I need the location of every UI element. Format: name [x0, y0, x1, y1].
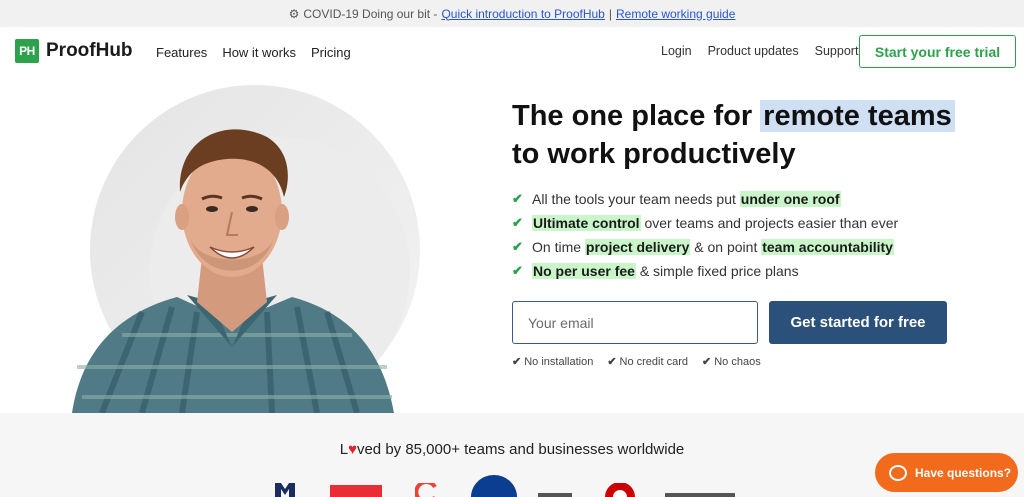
check-icon: ✔: [702, 356, 712, 368]
feature-text: All the tools your team needs put: [532, 191, 740, 207]
announcement-separator: |: [608, 6, 612, 21]
announcement-text: COVID-19 Doing our bit -: [303, 6, 438, 21]
get-started-button[interactable]: Get started for free: [769, 301, 947, 344]
social-proof-text-start: L: [339, 441, 349, 458]
nav-item-features[interactable]: Features: [156, 45, 207, 60]
chat-bubble-icon: [889, 464, 907, 481]
primary-nav: Features How it works Pricing: [156, 45, 351, 60]
feature-list: ✔ All the tools your team needs put unde…: [512, 187, 898, 283]
company-logo-2: [665, 493, 735, 497]
check-icon: ✔: [512, 239, 523, 254]
logo-badge: PH: [15, 39, 39, 63]
intro-link[interactable]: Quick introduction to ProofHub: [441, 7, 604, 21]
feature-text: over teams and projects easier than ever: [640, 215, 899, 231]
remote-guide-link[interactable]: Remote working guide: [616, 7, 735, 21]
feature-highlight: team accountability: [761, 239, 894, 255]
client-logos: [270, 475, 750, 497]
note-text: No credit card: [619, 356, 689, 368]
list-item: ✔ All the tools your team needs put unde…: [512, 187, 898, 211]
feature-text: & on point: [690, 239, 762, 255]
target-logo: [605, 483, 635, 497]
chat-label: Have questions?: [915, 465, 1012, 480]
note-text: No chaos: [714, 356, 761, 368]
logo-text: ProofHub: [46, 40, 133, 61]
social-proof-text: L♥ved by 85,000+ teams and businesses wo…: [0, 441, 1024, 458]
feature-text: & simple fixed price plans: [635, 263, 799, 279]
nav-item-login[interactable]: Login: [661, 44, 692, 58]
social-proof-section: L♥ved by 85,000+ teams and businesses wo…: [0, 413, 1024, 497]
netflix-logo: [330, 485, 382, 497]
signup-notes: ✔ No installation ✔ No credit card ✔ No cha…: [512, 355, 761, 368]
email-input[interactable]: [512, 301, 758, 344]
headline-part1: The one place for: [512, 100, 753, 132]
google-logo: [415, 483, 437, 497]
feature-highlight: Ultimate control: [532, 215, 641, 231]
have-questions-chat-button[interactable]: Have questions?: [875, 453, 1018, 492]
nasa-logo: [471, 475, 517, 497]
list-item: ✔ On time project delivery & on point te…: [512, 235, 898, 259]
check-icon: ✔: [512, 215, 523, 230]
note-item: ✔ No chaos: [702, 355, 761, 368]
check-icon: ✔: [512, 356, 522, 368]
headline-part2: to work productively: [512, 138, 796, 170]
nav-item-support[interactable]: Support: [815, 44, 859, 58]
feature-highlight: project delivery: [584, 239, 691, 255]
secondary-nav: Login Product updates Support: [661, 44, 858, 58]
logo[interactable]: PH ProofHub: [15, 39, 133, 63]
hero-section: The one place for remote teams to work p…: [0, 77, 1024, 415]
nav-item-pricing[interactable]: Pricing: [311, 45, 351, 60]
feature-text: On time: [532, 239, 585, 255]
announcement-bar: ⚙ COVID-19 Doing our bit - Quick introdu…: [0, 0, 1024, 27]
note-item: ✔ No installation: [512, 355, 593, 368]
note-item: ✔ No credit card: [607, 355, 688, 368]
heart-icon: ♥: [348, 441, 357, 458]
company-logo: [538, 493, 572, 497]
list-item: ✔ Ultimate control over teams and projec…: [512, 211, 898, 235]
hero-person-image: [72, 129, 394, 413]
michigan-logo: [275, 483, 295, 497]
note-text: No installation: [524, 356, 594, 368]
hero-headline: The one place for remote teams to work p…: [512, 97, 955, 173]
list-item: ✔ No per user fee & simple fixed price p…: [512, 259, 898, 283]
nav-item-product-updates[interactable]: Product updates: [708, 44, 799, 58]
check-icon: ✔: [512, 263, 523, 278]
check-icon: ✔: [512, 191, 523, 206]
feature-highlight: No per user fee: [532, 263, 636, 279]
headline-highlight: remote teams: [760, 100, 955, 132]
feature-highlight: under one roof: [739, 191, 841, 207]
main-navigation: PH ProofHub Features How it works Pricin…: [0, 27, 1024, 77]
gear-icon: ⚙: [288, 6, 300, 21]
social-proof-text-end: ved by 85,000+ teams and businesses worl…: [356, 441, 685, 458]
nav-item-how-it-works[interactable]: How it works: [222, 45, 296, 60]
start-free-trial-button[interactable]: Start your free trial: [859, 35, 1016, 68]
check-icon: ✔: [607, 356, 617, 368]
